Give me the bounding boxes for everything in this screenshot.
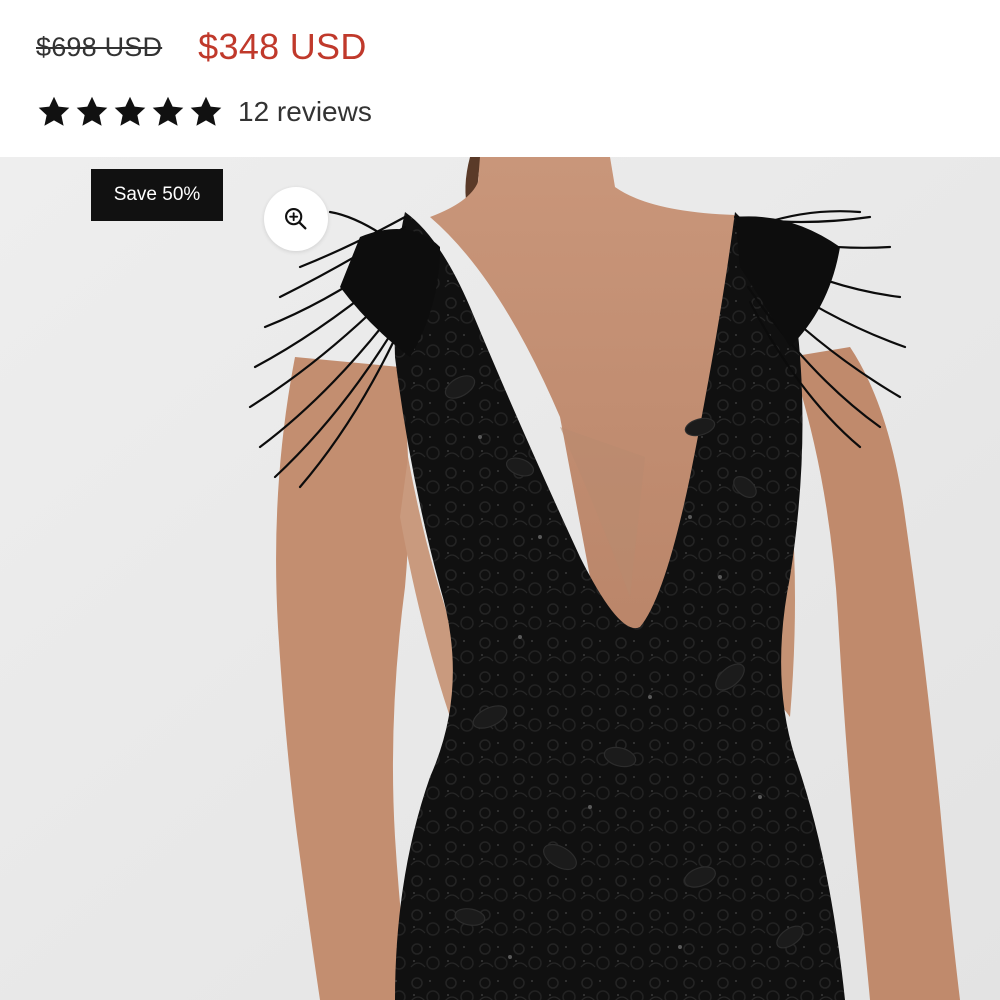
sale-price: $348 USD <box>198 26 367 67</box>
zoom-button[interactable] <box>264 187 328 251</box>
review-count-link[interactable]: 12 reviews <box>238 96 372 128</box>
compare-at-price: $698 USD <box>36 31 163 62</box>
star-icon <box>152 96 184 126</box>
star-icon <box>76 96 108 126</box>
zoom-in-icon <box>285 208 307 230</box>
product-image[interactable] <box>0 157 1000 1000</box>
rating-row[interactable]: 12 reviews <box>36 88 372 136</box>
star-icon <box>38 96 70 126</box>
star-icon <box>114 96 146 126</box>
product-page: $698 USD $348 USD 12 reviews Save 50% <box>0 0 1000 1000</box>
sale-badge: Save 50% <box>91 169 223 221</box>
star-rating <box>36 94 224 130</box>
star-icon <box>190 96 222 126</box>
price-row: $698 USD $348 USD <box>36 22 367 72</box>
product-media[interactable] <box>0 157 1000 1000</box>
